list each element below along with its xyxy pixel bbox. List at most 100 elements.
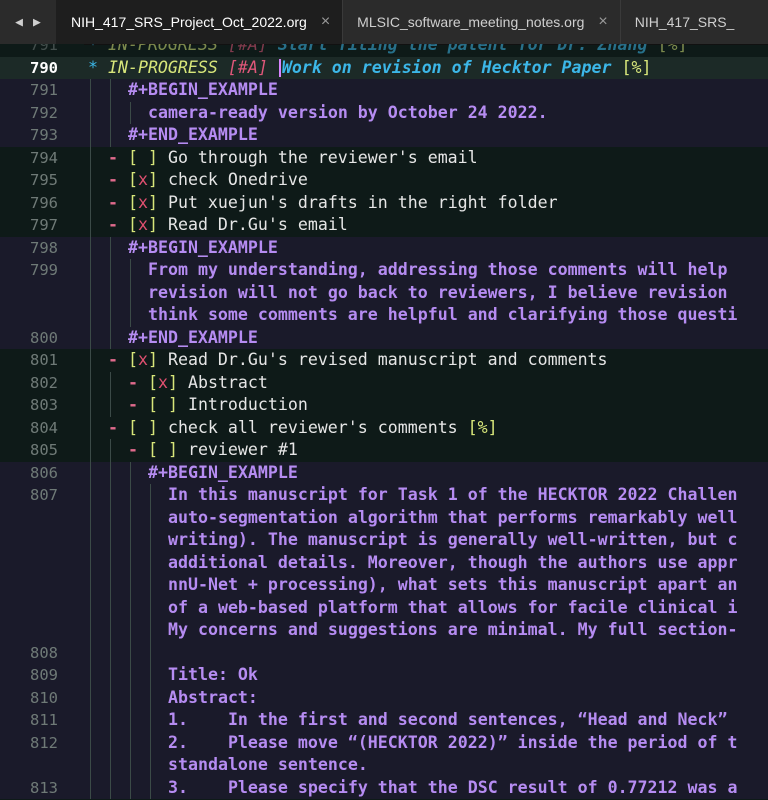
token-cb: [: [127, 350, 138, 369]
code-line[interactable]: revision will not go back to reviewers, …: [0, 281, 768, 304]
indent-guide: [90, 439, 91, 462]
code-line[interactable]: of a web-based platform that allows for …: [0, 596, 768, 619]
indent-guide: [90, 596, 91, 619]
line-content: #+END_EXAMPLE: [128, 124, 258, 147]
code-line[interactable]: 797 - [x] Read Dr.Gu's email: [0, 214, 768, 237]
indent-guide: [150, 731, 151, 754]
code-line[interactable]: 808: [0, 641, 768, 664]
close-icon[interactable]: ×: [321, 13, 330, 31]
code-line[interactable]: 812 2. Please move “(HECKTOR 2022)” insid…: [0, 731, 768, 754]
token-txt: Read Dr.Gu's revised manuscript and comm…: [167, 350, 608, 369]
indent-guide: [110, 236, 111, 259]
indent-guide: [110, 529, 111, 552]
code-line[interactable]: 795 - [x] check Onedrive: [0, 169, 768, 192]
line-content: writing). The manuscript is generally we…: [168, 529, 737, 552]
code-line[interactable]: My concerns and suggestions are minimal.…: [0, 619, 768, 642]
code-line[interactable]: writing). The manuscript is generally we…: [0, 529, 768, 552]
token-bullet: -: [108, 147, 128, 167]
indent-guide: [110, 731, 111, 754]
code-line[interactable]: 791 * IN-PROGRESS [#A] Start filing the p…: [0, 44, 768, 57]
code-line[interactable]: 798 #+BEGIN_EXAMPLE: [0, 236, 768, 259]
tab-nih-project[interactable]: NIH_417_SRS_Project_Oct_2022.org ×: [56, 0, 343, 44]
token-kw: #+END_EXAMPLE: [128, 327, 258, 347]
code-line[interactable]: nnU-Net + processing), what sets this ma…: [0, 574, 768, 597]
token-ex: From my understanding, addressing those …: [148, 260, 728, 279]
indent-guide: [110, 551, 111, 574]
indent-guide: [110, 709, 111, 732]
code-line[interactable]: 803 - [ ] Introduction: [0, 394, 768, 417]
line-number: 811: [30, 711, 58, 729]
indent-guide: [90, 551, 91, 574]
token-bullet: -: [128, 440, 148, 459]
current-line[interactable]: 790 * IN-PROGRESS [#A] Work on revision o…: [0, 56, 768, 79]
token-ex: standalone sentence.: [168, 755, 368, 774]
code-line[interactable]: standalone sentence.: [0, 754, 768, 777]
token-heading: Start filing the patent for Dr. Zhang: [277, 44, 658, 54]
indent-guide: [90, 169, 91, 192]
token-prio: [#A]: [227, 44, 278, 54]
indent-guide: [110, 596, 111, 619]
token-cb: [: [127, 192, 138, 212]
line-content: camera-ready version by October 24 2022.: [148, 102, 548, 125]
code-line[interactable]: 799 From my understanding, addressing tho…: [0, 259, 768, 282]
code-line[interactable]: 807 In this manuscript for Task 1 of the …: [0, 484, 768, 507]
code-line[interactable]: 791 #+BEGIN_EXAMPLE: [0, 79, 768, 102]
token-bullet: -: [108, 170, 128, 189]
token-pct: [%]: [467, 417, 498, 437]
line-content: Abstract:: [168, 687, 258, 710]
tab-label: MLSIC_software_meeting_notes.org: [357, 14, 585, 30]
indent-guide: [90, 484, 91, 507]
code-line[interactable]: 794 - [ ] Go through the reviewer's email: [0, 146, 768, 169]
line-number: 791: [30, 81, 58, 99]
code-line[interactable]: 796 - [x] Put xuejun's drafts in the righ…: [0, 191, 768, 214]
indent-guide: [90, 641, 91, 664]
code-line[interactable]: 793 #+END_EXAMPLE: [0, 124, 768, 147]
line-content: From my understanding, addressing those …: [148, 259, 727, 282]
code-line[interactable]: 792 camera-ready version by October 24 20…: [0, 101, 768, 125]
line-number: 792: [30, 103, 58, 122]
indent-guide: [90, 731, 91, 754]
indent-guide: [130, 506, 131, 529]
text-cursor: [278, 59, 281, 77]
token-ex: writing). The manuscript is generally we…: [168, 530, 738, 549]
token-prio: [#A]: [227, 57, 278, 77]
code-line[interactable]: 809 Title: Ok: [0, 664, 768, 687]
tab-mlsic-notes[interactable]: MLSIC_software_meeting_notes.org ×: [342, 0, 620, 44]
code-line[interactable]: 805 - [ ] reviewer #1: [0, 439, 768, 462]
token-cb: ]: [147, 192, 168, 212]
indent-guide: [90, 371, 91, 394]
token-ex: Abstract:: [168, 687, 258, 707]
token-cb: [: [127, 215, 138, 234]
code-line[interactable]: 801 - [x] Read Dr.Gu's revised manuscript…: [0, 349, 768, 372]
close-icon[interactable]: ×: [598, 13, 607, 31]
token-ex: In this manuscript for Task 1 of the HEC…: [168, 485, 738, 504]
line-number: 791: [30, 44, 58, 54]
code-line[interactable]: auto-segmentation algorithm that perform…: [0, 506, 768, 529]
code-line[interactable]: 806 #+BEGIN_EXAMPLE: [0, 461, 768, 485]
indent-guide: [130, 664, 131, 687]
indent-guide: [90, 416, 91, 439]
code-line[interactable]: 811 1. In the first and second sentences,…: [0, 709, 768, 732]
code-line[interactable]: 810 Abstract:: [0, 686, 768, 710]
indent-guide: [90, 461, 91, 484]
back-arrow-icon[interactable]: ◀: [15, 15, 23, 30]
code-line[interactable]: 802 - [x] Abstract: [0, 371, 768, 394]
code-line[interactable]: 800 #+END_EXAMPLE: [0, 326, 768, 349]
tab-nih-other[interactable]: NIH_417_SRS_: [619, 0, 747, 44]
forward-arrow-icon[interactable]: ▶: [33, 15, 41, 30]
line-number: 794: [30, 148, 58, 167]
code-line[interactable]: think some comments are helpful and clar…: [0, 304, 768, 327]
code-line[interactable]: 804 - [ ] check all reviewer's comments […: [0, 416, 768, 439]
token-bullet: -: [128, 395, 148, 414]
tab-bar: ◀ ▶ NIH_417_SRS_Project_Oct_2022.org × M…: [0, 0, 768, 45]
line-content: #+BEGIN_EXAMPLE: [148, 462, 298, 485]
token-ex: revision will not go back to reviewers, …: [148, 282, 728, 302]
token-cbx: x: [137, 350, 148, 369]
token-txt: Introduction: [187, 395, 308, 414]
code-line[interactable]: 813 3. Please specify that the DSC result…: [0, 776, 768, 799]
editor-pane[interactable]: 791 * IN-PROGRESS [#A] Start filing the p…: [0, 44, 768, 800]
indent-guide: [110, 776, 111, 799]
code-line[interactable]: additional details. Moreover, though the…: [0, 551, 768, 574]
indent-guide: [150, 506, 151, 529]
indent-guide: [90, 506, 91, 529]
